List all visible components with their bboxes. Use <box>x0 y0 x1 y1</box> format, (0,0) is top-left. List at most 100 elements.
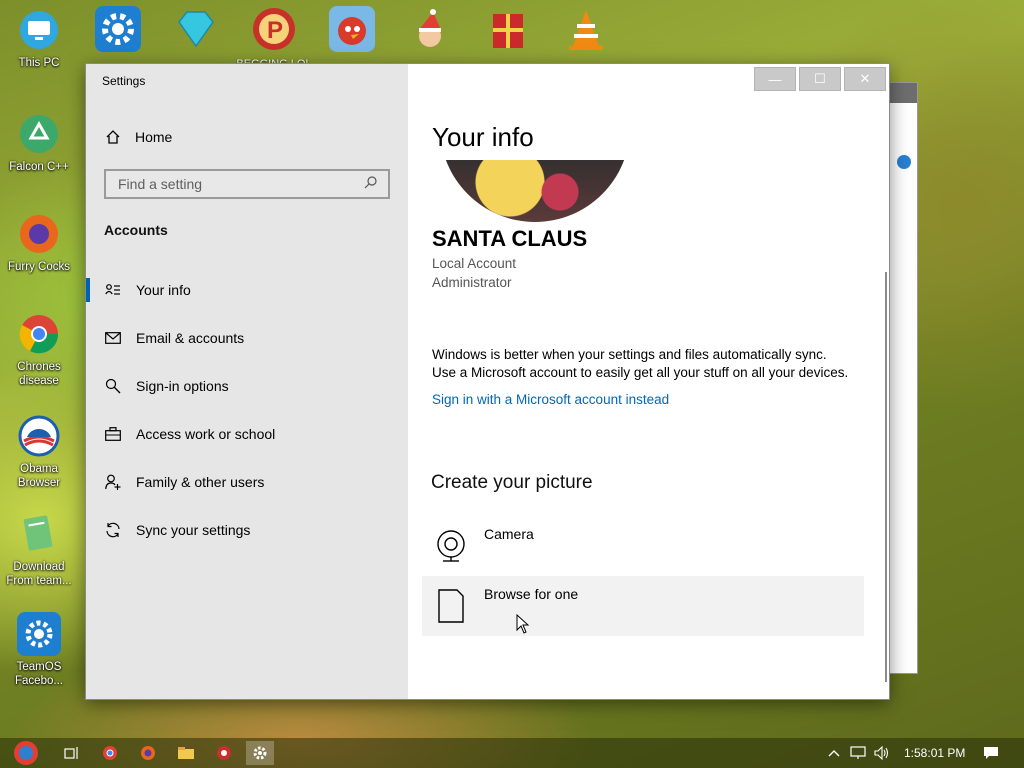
user-name: SANTA CLAUS <box>432 226 588 251</box>
gear-icon <box>17 612 61 656</box>
camera-option[interactable]: Camera <box>422 516 864 576</box>
person-add-icon <box>104 473 122 491</box>
taskbar-file-explorer[interactable] <box>172 741 200 765</box>
firefox-icon <box>141 746 155 760</box>
sidebar-item-email-accounts[interactable]: Email & accounts <box>86 314 408 362</box>
window-title: Settings <box>102 74 146 88</box>
angry-bird-icon <box>329 6 375 52</box>
desktop-icon-top[interactable] <box>556 6 616 58</box>
desktop-icon-label: Falcon C++ <box>9 161 69 173</box>
santa-icon <box>407 6 453 52</box>
chrome-icon <box>17 312 61 356</box>
start-button[interactable] <box>6 741 46 765</box>
vlc-cone-icon <box>563 6 609 52</box>
microsoft-account-link[interactable]: Sign in with a Microsoft account instead <box>432 392 669 407</box>
person-card-icon <box>104 281 122 299</box>
sidebar-section-title: Accounts <box>104 222 168 238</box>
sidebar-item-work-school[interactable]: Access work or school <box>86 410 408 458</box>
avatar <box>440 160 630 222</box>
desktop-icon-chrome[interactable]: Chrones disease <box>2 312 76 388</box>
taskbar-clock[interactable]: 1:58:01 PM <box>904 746 965 760</box>
account-type: Local Account <box>432 256 517 271</box>
search-input[interactable] <box>116 175 364 193</box>
chevron-up-icon <box>828 750 840 757</box>
sync-icon <box>104 521 122 539</box>
browse-option[interactable]: Browse for one <box>422 576 864 636</box>
browse-label: Browse for one <box>484 586 579 602</box>
monitor-icon <box>17 8 61 52</box>
scrollbar[interactable] <box>885 272 887 682</box>
sync-line-1: Windows is better when your settings and… <box>432 347 827 362</box>
task-view-button[interactable] <box>58 741 86 765</box>
camera-label: Camera <box>484 526 534 542</box>
desktop-icon-falcon[interactable]: Falcon C++ <box>2 112 76 174</box>
sidebar-item-sign-in-options[interactable]: Sign-in options <box>86 362 408 410</box>
network-button[interactable] <box>848 741 868 765</box>
obama-logo-icon <box>17 414 61 458</box>
mail-icon <box>104 329 122 347</box>
sidebar-item-label: Family & other users <box>136 474 265 490</box>
key-icon <box>104 377 122 395</box>
home-icon <box>104 128 122 146</box>
desktop-icon-obama-browser[interactable]: Obama Browser <box>2 414 76 490</box>
settings-content: Your info SANTA CLAUS Local Account Admi… <box>408 64 889 699</box>
desktop-icon-label: Furry Cocks <box>8 261 70 273</box>
desktop-icon-download[interactable]: Download From team... <box>2 512 76 588</box>
notification-icon <box>984 747 998 759</box>
desktop-icon-label: Chrones disease <box>17 361 61 387</box>
settings-window: Settings Home Accounts Your info <box>86 64 889 699</box>
folder-icon <box>178 747 194 759</box>
windows-orb-icon <box>14 741 38 765</box>
taskbar-firefox[interactable] <box>134 741 162 765</box>
desktop-icon-top[interactable] <box>166 6 226 58</box>
desktop-icon-top[interactable]: P BEGGING LOL <box>236 6 312 70</box>
recycle-icon <box>17 112 61 156</box>
browse-file-icon <box>434 588 468 624</box>
desktop-icon-this-pc[interactable]: This PC <box>2 8 76 70</box>
volume-button[interactable] <box>872 741 892 765</box>
notepad-icon <box>17 512 61 556</box>
desktop-icon-firefox[interactable]: Furry Cocks <box>2 212 76 274</box>
gift-box-icon <box>485 6 531 52</box>
show-hidden-icons[interactable] <box>824 741 844 765</box>
globe-icon <box>897 155 911 169</box>
desktop-icon-label: Download From team... <box>6 561 72 587</box>
action-center-button[interactable] <box>978 741 1004 765</box>
sidebar-item-your-info[interactable]: Your info <box>86 266 408 314</box>
app-icon <box>217 746 231 760</box>
taskbar <box>0 738 1024 768</box>
account-role: Administrator <box>432 275 512 290</box>
desktop-icon-top[interactable] <box>478 6 538 58</box>
sync-line-2: Use a Microsoft account to easily get al… <box>432 365 849 380</box>
desktop-icon-top[interactable] <box>322 6 382 58</box>
sidebar-item-family-users[interactable]: Family & other users <box>86 458 408 506</box>
sidebar-nav: Your info Email & accounts Sign-in optio… <box>86 266 408 554</box>
taskbar-chrome[interactable] <box>96 741 124 765</box>
sidebar-item-label: Your info <box>136 282 191 298</box>
sidebar-item-label: Sync your settings <box>136 522 251 538</box>
desktop-icon-label: This PC <box>18 57 60 69</box>
sidebar-home[interactable]: Home <box>104 128 172 146</box>
task-view-icon <box>64 747 78 759</box>
search-box[interactable] <box>104 169 390 199</box>
taskbar-app[interactable] <box>210 741 238 765</box>
firefox-icon <box>17 212 61 256</box>
desktop-icon-top[interactable] <box>88 6 148 58</box>
sidebar-item-label: Email & accounts <box>136 330 245 346</box>
desktop-icon-top[interactable] <box>400 6 460 58</box>
sidebar-item-label: Sign-in options <box>136 378 229 394</box>
gear-icon <box>95 6 141 52</box>
page-title: Your info <box>432 122 534 152</box>
p-logo-icon: P <box>251 6 297 52</box>
camera-icon <box>434 528 468 564</box>
search-icon[interactable] <box>364 175 378 194</box>
briefcase-icon <box>104 425 122 443</box>
settings-sidebar: Settings Home Accounts Your info <box>86 64 408 699</box>
desktop-icon-label: Obama Browser <box>17 463 61 489</box>
desktop-icon-teamos[interactable]: TeamOS Facebo... <box>2 612 76 688</box>
sync-description: Windows is better when your settings and… <box>432 346 848 382</box>
taskbar-settings[interactable] <box>246 741 274 765</box>
sidebar-item-sync[interactable]: Sync your settings <box>86 506 408 554</box>
sidebar-item-label: Access work or school <box>136 426 276 442</box>
gear-icon <box>253 746 267 760</box>
